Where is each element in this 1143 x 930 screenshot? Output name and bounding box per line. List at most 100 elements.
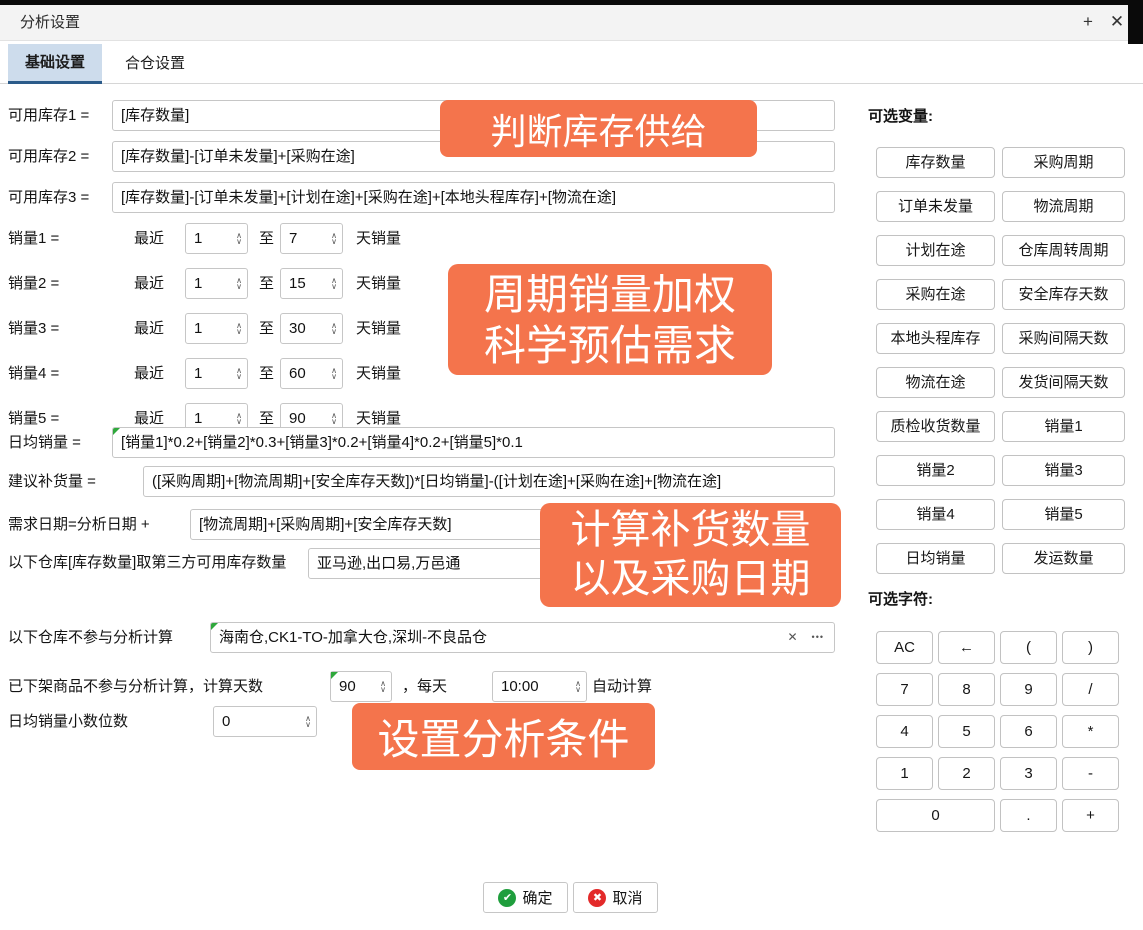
keypad-key[interactable]: - (1062, 757, 1119, 790)
more-options-icon[interactable]: ••• (812, 623, 824, 652)
keypad-key[interactable]: 5 (938, 715, 995, 748)
demand-date-label: 需求日期=分析日期 + (8, 509, 150, 540)
decimal-places-spinner[interactable]: 0∧∨ (213, 706, 317, 737)
sales-1-mid: 至 (259, 223, 274, 254)
window-title: 分析设置 (20, 5, 80, 41)
keypad-key[interactable]: 7 (876, 673, 933, 706)
spinner-down-icon[interactable]: ∨ (236, 284, 242, 290)
sales-2-from-spinner[interactable]: 1∧∨ (185, 268, 248, 299)
tab-basic-settings[interactable]: 基础设置 (8, 44, 102, 84)
plus-icon[interactable]: + (1075, 5, 1101, 41)
tab-merge-settings[interactable]: 合仓设置 (110, 44, 200, 84)
sales-3-to-spinner[interactable]: 30∧∨ (280, 313, 343, 344)
variable-button[interactable]: 安全库存天数 (1002, 279, 1125, 310)
available-stock-1-label: 可用库存1 = (8, 100, 89, 131)
keypad-key[interactable]: ( (1000, 631, 1057, 664)
variable-button[interactable]: 订单未发量 (876, 191, 995, 222)
suggest-replenish-field[interactable]: ([采购周期]+[物流周期]+[安全库存天数])*[日均销量]-([计划在途]+… (143, 466, 835, 497)
variable-button[interactable]: 销量3 (1002, 455, 1125, 486)
avg-sales-field[interactable]: [销量1]*0.2+[销量2]*0.3+[销量3]*0.2+[销量4]*0.2+… (112, 427, 835, 458)
close-icon[interactable]: ✕ (1104, 5, 1130, 41)
offshelf-time-spinner[interactable]: 10:00∧∨ (492, 671, 587, 702)
variable-button[interactable]: 销量1 (1002, 411, 1125, 442)
spinner-value[interactable]: 0 (222, 713, 302, 730)
variable-button[interactable]: 销量4 (876, 499, 995, 530)
variable-button[interactable]: 采购间隔天数 (1002, 323, 1125, 354)
spinner-down-icon[interactable]: ∨ (331, 419, 337, 425)
sales-1-prefix: 最近 (134, 223, 164, 254)
spinner-value[interactable]: 15 (289, 275, 328, 292)
variable-button[interactable]: 发运数量 (1002, 543, 1125, 574)
spinner-value[interactable]: 90 (339, 678, 377, 695)
spinner-value[interactable]: 7 (289, 230, 328, 247)
sales-3-from-spinner[interactable]: 1∧∨ (185, 313, 248, 344)
variable-button[interactable]: 销量5 (1002, 499, 1125, 530)
variable-button[interactable]: 计划在途 (876, 235, 995, 266)
cancel-button[interactable]: ✖ 取消 (573, 882, 658, 913)
keypad-key[interactable]: 0 (876, 799, 995, 832)
keypad-key[interactable]: 9 (1000, 673, 1057, 706)
spinner-value[interactable]: 1 (194, 230, 233, 247)
keypad-key[interactable]: 4 (876, 715, 933, 748)
exclude-warehouse-field[interactable]: 海南仓,CK1-TO-加拿大仓,深圳-不良品仓 ✕ ••• (210, 622, 835, 653)
keypad-key[interactable]: 3 (1000, 757, 1057, 790)
variable-button[interactable]: 物流周期 (1002, 191, 1125, 222)
spinner-down-icon[interactable]: ∨ (236, 239, 242, 245)
ok-button-label: 确定 (522, 887, 552, 908)
spinner-down-icon[interactable]: ∨ (236, 419, 242, 425)
keypad-key[interactable]: ) (1062, 631, 1119, 664)
offshelf-days-spinner[interactable]: 90∧∨ (330, 671, 392, 702)
keypad-key[interactable]: AC (876, 631, 933, 664)
available-stock-2-label: 可用库存2 = (8, 141, 89, 172)
spinner-value[interactable]: 1 (194, 410, 233, 427)
spinner-value[interactable]: 10:00 (501, 678, 572, 695)
variable-button[interactable]: 质检收货数量 (876, 411, 995, 442)
sales-2-to-spinner[interactable]: 15∧∨ (280, 268, 343, 299)
spinner-value[interactable]: 90 (289, 410, 328, 427)
ok-button[interactable]: ✔ 确定 (483, 882, 568, 913)
sales-1-from-spinner[interactable]: 1∧∨ (185, 223, 248, 254)
keypad-key[interactable]: + (1062, 799, 1119, 832)
keypad-key[interactable]: * (1062, 715, 1119, 748)
variable-button[interactable]: 日均销量 (876, 543, 995, 574)
keypad-key[interactable]: 8 (938, 673, 995, 706)
keypad-key[interactable]: / (1062, 673, 1119, 706)
annotation-supply: 判断库存供给 (440, 100, 757, 157)
variable-button[interactable]: 物流在途 (876, 367, 995, 398)
sales-4-prefix: 最近 (134, 358, 164, 389)
spinner-down-icon[interactable]: ∨ (331, 329, 337, 335)
variable-button[interactable]: 发货间隔天数 (1002, 367, 1125, 398)
spinner-down-icon[interactable]: ∨ (236, 374, 242, 380)
spinner-value[interactable]: 1 (194, 275, 233, 292)
spinner-value[interactable]: 1 (194, 320, 233, 337)
keypad-key[interactable]: 1 (876, 757, 933, 790)
offshelf-label: 已下架商品不参与分析计算，计算天数 (8, 671, 263, 702)
variable-button[interactable]: 本地头程库存 (876, 323, 995, 354)
sales-4-to-spinner[interactable]: 60∧∨ (280, 358, 343, 389)
spinner-down-icon[interactable]: ∨ (305, 722, 311, 728)
keypad-key[interactable]: ← (938, 631, 995, 664)
keypad-key[interactable]: 2 (938, 757, 995, 790)
variable-button[interactable]: 采购在途 (876, 279, 995, 310)
spinner-down-icon[interactable]: ∨ (331, 284, 337, 290)
spinner-value[interactable]: 60 (289, 365, 328, 382)
spinner-value[interactable]: 1 (194, 365, 233, 382)
available-stock-3-field[interactable]: [库存数量]-[订单未发量]+[计划在途]+[采购在途]+[本地头程库存]+[物… (112, 182, 835, 213)
spinner-down-icon[interactable]: ∨ (331, 239, 337, 245)
keypad-key[interactable]: 6 (1000, 715, 1057, 748)
spinner-down-icon[interactable]: ∨ (236, 329, 242, 335)
clear-icon[interactable]: ✕ (787, 623, 797, 652)
keypad-key[interactable]: . (1000, 799, 1057, 832)
sales-1-to-spinner[interactable]: 7∧∨ (280, 223, 343, 254)
sales-2-mid: 至 (259, 268, 274, 299)
spinner-down-icon[interactable]: ∨ (575, 687, 581, 693)
spinner-value[interactable]: 30 (289, 320, 328, 337)
variable-button[interactable]: 销量2 (876, 455, 995, 486)
variable-button[interactable]: 采购周期 (1002, 147, 1125, 178)
variable-button[interactable]: 仓库周转周期 (1002, 235, 1125, 266)
sales-1-suffix: 天销量 (356, 223, 401, 254)
spinner-down-icon[interactable]: ∨ (331, 374, 337, 380)
sales-4-from-spinner[interactable]: 1∧∨ (185, 358, 248, 389)
variable-button[interactable]: 库存数量 (876, 147, 995, 178)
spinner-down-icon[interactable]: ∨ (380, 687, 386, 693)
